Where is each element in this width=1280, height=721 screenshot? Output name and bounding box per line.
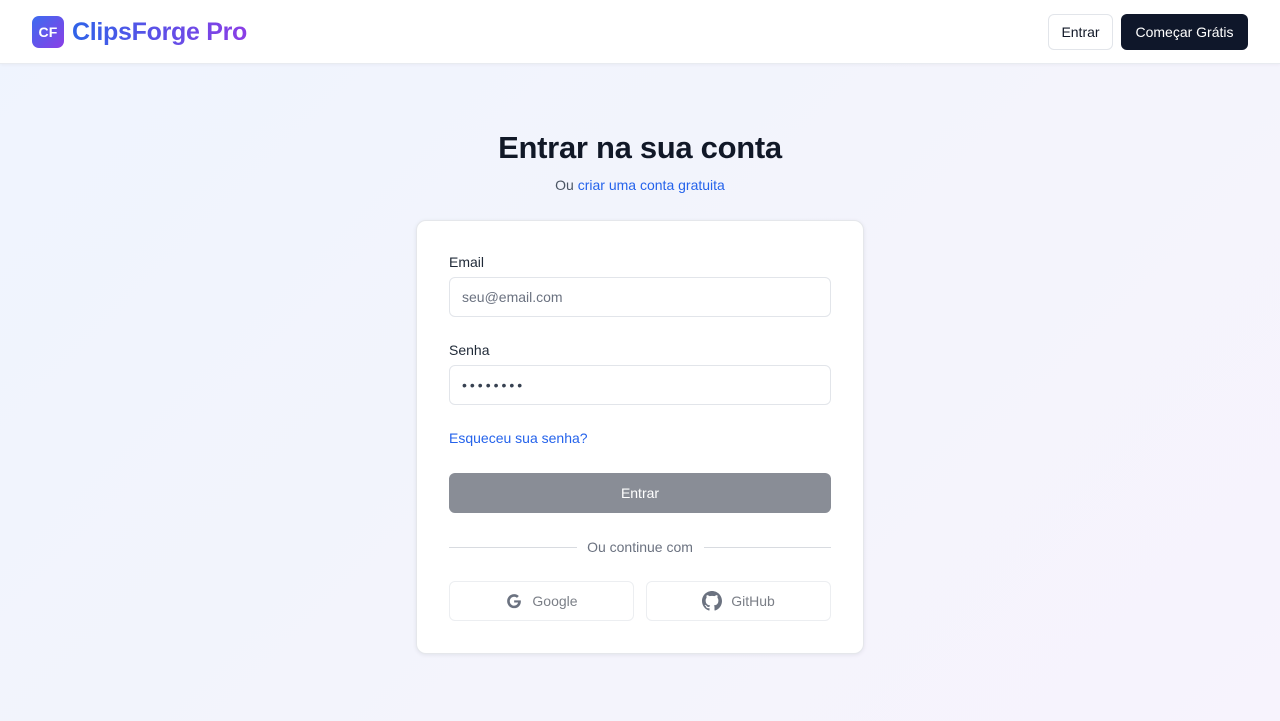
- top-navbar: CF ClipsForge Pro Entrar Começar Grátis: [0, 0, 1280, 64]
- page-title: Entrar na sua conta: [498, 130, 782, 165]
- login-button[interactable]: Entrar: [1048, 14, 1113, 50]
- password-field[interactable]: [449, 365, 831, 405]
- divider-line-right: [704, 547, 831, 548]
- subtitle-prefix: Ou: [555, 177, 574, 193]
- page-subtitle: Ou criar uma conta gratuita: [0, 177, 1280, 193]
- google-icon: [507, 594, 522, 609]
- forgot-password-link[interactable]: Esqueceu sua senha?: [449, 430, 588, 446]
- divider: Ou continue com: [449, 538, 831, 558]
- password-label: Senha: [449, 342, 490, 358]
- start-free-button[interactable]: Começar Grátis: [1121, 14, 1248, 50]
- email-label: Email: [449, 254, 485, 270]
- brand-name: ClipsForge Pro: [72, 17, 247, 46]
- github-label: GitHub: [731, 593, 775, 609]
- github-icon: [702, 591, 723, 611]
- github-login-button[interactable]: GitHub: [646, 581, 831, 621]
- submit-button[interactable]: Entrar: [449, 473, 831, 513]
- logo-badge: CF: [32, 16, 64, 48]
- create-account-link[interactable]: criar uma conta gratuita: [578, 177, 725, 193]
- login-card: Email Senha Esqueceu sua senha? Entrar O…: [416, 220, 864, 654]
- email-field[interactable]: [449, 277, 831, 317]
- google-label: Google: [532, 593, 578, 609]
- brand[interactable]: CF ClipsForge Pro: [32, 16, 247, 48]
- google-login-button[interactable]: Google: [449, 581, 634, 621]
